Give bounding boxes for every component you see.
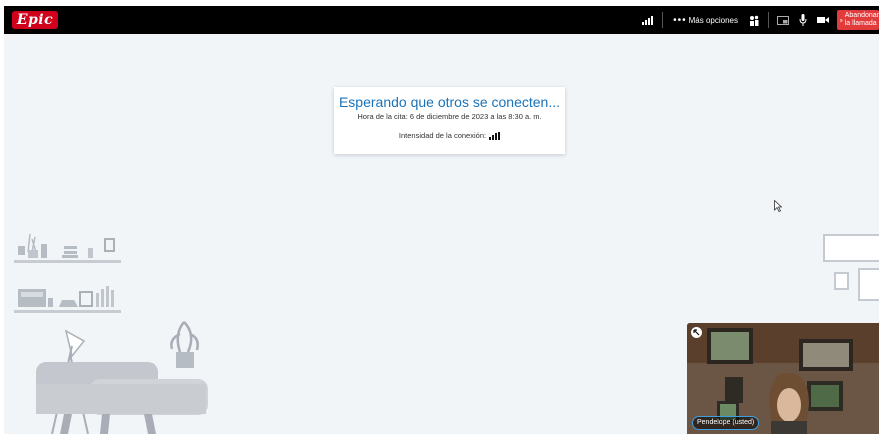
waiting-card: Esperando que otros se conecten... Hora … (334, 87, 565, 154)
toolbar-divider (662, 12, 664, 28)
epic-logo: Epic (12, 11, 58, 29)
more-options-label: Más opciones (688, 15, 738, 25)
more-dots-icon: ••• (673, 14, 687, 26)
screen-share-icon[interactable] (773, 6, 793, 34)
signal-bars-icon (638, 6, 658, 34)
self-view-video[interactable]: Pendelope (usted) (687, 323, 879, 434)
collapse-self-view-button[interactable] (691, 327, 702, 338)
connection-strength: Intensidad de la conexión: (334, 131, 565, 141)
collapse-arrow-icon (693, 329, 700, 336)
toolbar-divider (768, 12, 769, 28)
leave-call-icon (840, 18, 843, 22)
more-options-button[interactable]: ••• Más opciones (667, 6, 744, 34)
top-toolbar: Epic ••• Más opciones Abandonar la llama… (4, 6, 879, 34)
toolbar-controls: ••• Más opciones Abandonar la llamada (638, 6, 879, 34)
camera-icon[interactable] (813, 6, 833, 34)
waiting-title: Esperando que otros se conecten... (338, 94, 561, 110)
participants-icon[interactable] (744, 6, 764, 34)
microphone-icon[interactable] (793, 6, 813, 34)
leave-call-label: Abandonar la llamada (844, 12, 879, 27)
connection-strength-label: Intensidad de la conexión: (398, 131, 487, 140)
self-view-name-badge: Pendelope (usted) (692, 416, 760, 430)
video-stage: Esperando que otros se conecten... Hora … (4, 34, 879, 434)
mouse-cursor-icon (774, 200, 782, 212)
leave-call-button[interactable]: Abandonar la llamada (837, 10, 879, 30)
appointment-time: Hora de la cita: 6 de diciembre de 2023 … (357, 112, 542, 121)
signal-bars-icon (489, 132, 501, 140)
